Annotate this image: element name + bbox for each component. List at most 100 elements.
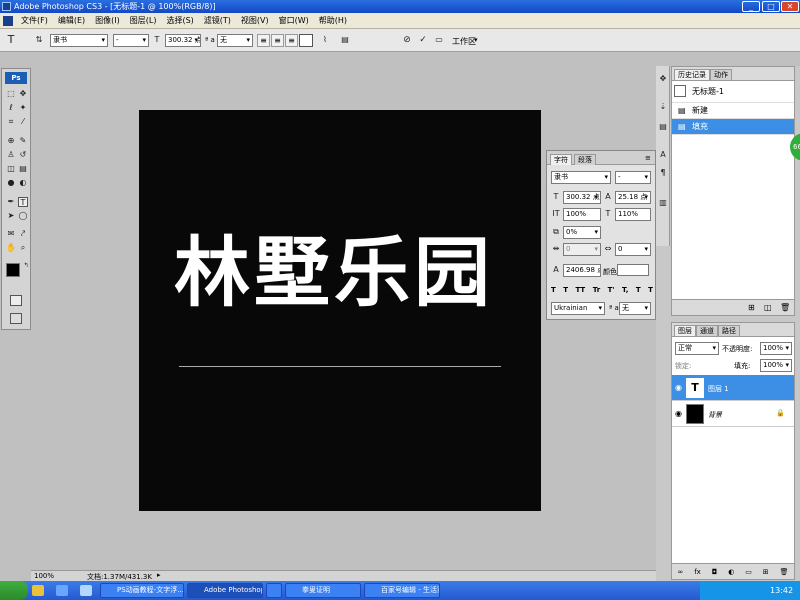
maximize-button[interactable]: □ (762, 1, 780, 12)
brushes-icon[interactable]: ▤ (658, 122, 668, 132)
eyedropper-icon[interactable]: ⤤ (18, 229, 28, 239)
start-button[interactable] (0, 581, 28, 600)
new-document-icon[interactable]: ⊞ (748, 303, 755, 312)
char-color-swatch[interactable] (617, 264, 649, 276)
fill-field[interactable]: 100% (760, 359, 792, 372)
tool-presets-icon[interactable]: ▥ (658, 198, 668, 208)
menu-edit[interactable]: 编辑(E) (53, 15, 90, 26)
tab-actions[interactable]: 动作 (710, 69, 732, 80)
menu-filter[interactable]: 滤镜(T) (199, 15, 236, 26)
toggle-panels-icon[interactable]: ▤ (340, 35, 350, 45)
tab-layers[interactable]: 图层 (674, 325, 696, 336)
tab-channels[interactable]: 通道 (696, 325, 718, 336)
eye-icon[interactable]: ◉ (675, 409, 682, 418)
all-caps-button[interactable]: TT (576, 286, 586, 294)
minimize-button[interactable]: _ (742, 1, 760, 12)
zoom-tool-icon[interactable]: ⌕ (18, 243, 28, 253)
slice-tool-icon[interactable]: ⁄ (18, 117, 28, 127)
close-button[interactable]: ✕ (781, 1, 799, 12)
blur-tool-icon[interactable]: ● (6, 178, 16, 188)
adjustment-layer-icon[interactable]: ◐ (728, 568, 734, 576)
tab-character[interactable]: 字符 (550, 154, 572, 165)
navigator-icon[interactable]: ✥ (658, 74, 668, 84)
notes-tool-icon[interactable]: ✉ (6, 229, 16, 239)
char-tracking[interactable]: 0 (615, 243, 651, 256)
dodge-tool-icon[interactable]: ◐ (18, 178, 28, 188)
menu-view[interactable]: 视图(V) (236, 15, 274, 26)
opacity-field[interactable]: 100% (760, 342, 792, 355)
pen-tool-icon[interactable]: ✒ (6, 197, 16, 207)
menu-select[interactable]: 选择(S) (161, 15, 198, 26)
ps-menu-icon[interactable] (3, 15, 13, 26)
link-layers-icon[interactable]: ∞ (677, 568, 683, 576)
menu-layer[interactable]: 图层(L) (125, 15, 162, 26)
new-group-icon[interactable]: ▭ (745, 568, 752, 576)
foreground-color-swatch[interactable] (6, 263, 20, 277)
quick-mask-icon[interactable] (10, 295, 22, 306)
quick-launch-icon[interactable] (56, 585, 68, 596)
history-brush-icon[interactable]: ↺ (18, 150, 28, 160)
menu-file[interactable]: 文件(F) (16, 15, 53, 26)
healing-brush-icon[interactable]: ⊕ (6, 136, 16, 146)
char-aa-select[interactable]: 无 (619, 302, 651, 315)
path-select-icon[interactable]: ➤ (6, 211, 16, 221)
underline-button[interactable]: T (636, 286, 641, 294)
status-menu-icon[interactable]: ▸ (157, 571, 161, 579)
palette-icon[interactable]: ▭ (434, 35, 444, 45)
marquee-tool-icon[interactable]: ⬚ (6, 89, 16, 99)
eye-icon[interactable]: ◉ (675, 383, 682, 392)
move-tool-icon[interactable]: ✥ (18, 89, 28, 99)
align-right-icon[interactable]: ≡ (285, 34, 298, 47)
align-center-icon[interactable]: ≡ (271, 34, 284, 47)
swap-colors-icon[interactable]: ↰ (21, 261, 31, 271)
char-leading[interactable]: 25.18 点 (615, 191, 651, 204)
taskbar-item-active[interactable]: Adobe Photoshop ... (187, 583, 263, 598)
align-left-icon[interactable]: ≡ (257, 34, 270, 47)
layer-name[interactable]: 图层 1 (708, 384, 729, 394)
char-language-select[interactable]: Ukrainian (551, 302, 605, 315)
history-item[interactable]: ▤ 填充 (672, 119, 794, 135)
menu-image[interactable]: 图像(I) (90, 15, 125, 26)
char-font-family[interactable]: 隶书 (551, 171, 611, 184)
canvas-text[interactable]: 林墅乐园 (174, 235, 494, 311)
text-orientation-icon[interactable]: ⇅ (34, 35, 44, 45)
quick-launch-icon[interactable] (80, 585, 92, 596)
char-font-size[interactable]: 300.32 点 (563, 191, 601, 204)
trash-icon[interactable]: 🗑 (780, 303, 790, 312)
blend-mode-select[interactable]: 正常 (675, 342, 719, 355)
commit-edit-icon[interactable]: ✓ (418, 35, 428, 45)
tab-paths[interactable]: 路径 (718, 325, 740, 336)
char-kerning[interactable]: 0 (563, 243, 601, 256)
layer-row[interactable]: ◉ 背景 🔒 (672, 401, 794, 427)
menu-window[interactable]: 窗口(W) (274, 15, 314, 26)
font-family-select[interactable]: 隶书 (50, 34, 108, 47)
subscript-button[interactable]: T, (622, 286, 628, 294)
small-caps-button[interactable]: Tr (593, 286, 600, 294)
screen-mode-icon[interactable] (10, 313, 22, 324)
clone-stamp-icon[interactable]: ♙ (6, 150, 16, 160)
hand-tool-icon[interactable]: ✋ (6, 243, 16, 253)
taskbar-item[interactable]: 百家号编辑 - 生活家... (364, 583, 440, 598)
faux-italic-button[interactable]: T (563, 286, 568, 294)
actions-icon[interactable]: ⇣ (658, 102, 668, 112)
layer-mask-icon[interactable]: ◘ (712, 568, 718, 576)
font-style-select[interactable]: - (113, 34, 149, 47)
char-tracking-ratio[interactable]: 0% (563, 226, 601, 239)
layer-style-icon[interactable]: fx (694, 568, 701, 576)
magic-wand-icon[interactable]: ✦ (18, 103, 28, 113)
gradient-tool-icon[interactable]: ▤ (18, 164, 28, 174)
delete-layer-icon[interactable]: 🗑 (780, 568, 789, 576)
quick-launch-icon[interactable] (32, 585, 44, 596)
history-snapshot[interactable]: 无标题-1 (672, 81, 794, 103)
char-font-style[interactable]: - (615, 171, 651, 184)
zoom-level[interactable]: 100% (34, 572, 54, 580)
workspace-menu[interactable]: 工作区 (452, 36, 476, 47)
tab-history[interactable]: 历史记录 (674, 69, 710, 80)
eraser-tool-icon[interactable]: ◫ (6, 164, 16, 174)
new-snapshot-icon[interactable]: ◫ (764, 303, 772, 312)
anti-alias-select[interactable]: 无 (217, 34, 253, 47)
taskbar-item[interactable]: PS动画教程-文字浮... (100, 583, 184, 598)
faux-bold-button[interactable]: T (551, 286, 556, 294)
layer-name[interactable]: 背景 (708, 410, 722, 420)
tab-paragraph[interactable]: 段落 (574, 154, 596, 165)
